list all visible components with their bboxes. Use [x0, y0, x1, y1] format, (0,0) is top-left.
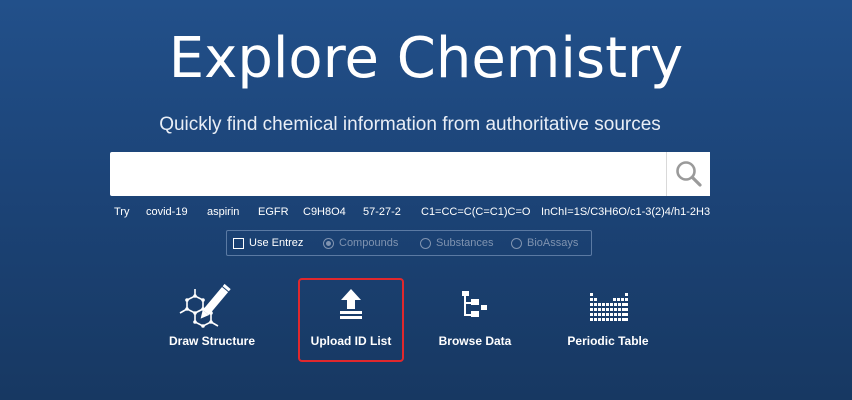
- radio-icon: [323, 237, 334, 249]
- try-example-link[interactable]: C1=CC=C(C=C1)C=O: [421, 206, 530, 218]
- draw-structure-icon: [179, 283, 231, 328]
- radio-label: Substances: [436, 237, 494, 249]
- try-example-link[interactable]: aspirin: [207, 206, 239, 218]
- browse-data-button[interactable]: Browse Data: [425, 282, 525, 354]
- radio-icon: [511, 237, 522, 249]
- try-example-link[interactable]: EGFR: [258, 206, 289, 218]
- page-title: Explore Chemistry: [168, 26, 684, 91]
- try-example-link[interactable]: InChI=1S/C3H6O/c1-3(2)4/h1-2H3: [541, 206, 710, 218]
- search-button[interactable]: [666, 152, 710, 196]
- radio-icon: [420, 237, 431, 249]
- periodic-table-icon: [590, 293, 628, 321]
- use-entrez-label: Use Entrez: [249, 237, 304, 249]
- draw-structure-label: Draw Structure: [168, 334, 256, 348]
- checkbox-icon: [233, 237, 244, 249]
- try-example-link[interactable]: C9H8O4: [303, 206, 346, 218]
- radio-label: BioAssays: [527, 237, 579, 249]
- radio-compounds[interactable]: Compounds: [323, 236, 398, 250]
- search-icon: [676, 161, 702, 187]
- search-options: Use Entrez Compounds Substances BioAssay…: [226, 230, 592, 256]
- search-input[interactable]: [110, 152, 666, 196]
- browse-data-icon: [462, 291, 487, 317]
- try-label: Try: [114, 206, 130, 218]
- periodic-table-button[interactable]: Periodic Table: [558, 282, 658, 354]
- page-subtitle: Quickly find chemical information from a…: [159, 114, 661, 135]
- highlight-box: [298, 278, 404, 362]
- use-entrez-checkbox[interactable]: Use Entrez: [233, 236, 303, 250]
- radio-label: Compounds: [339, 237, 399, 249]
- periodic-table-label: Periodic Table: [567, 334, 649, 348]
- browse-data-label: Browse Data: [438, 334, 512, 348]
- radio-bioassays[interactable]: BioAssays: [511, 236, 578, 250]
- draw-structure-button[interactable]: Draw Structure: [160, 282, 264, 354]
- search-box: [110, 152, 710, 196]
- try-example-link[interactable]: covid-19: [146, 206, 188, 218]
- radio-substances[interactable]: Substances: [420, 236, 493, 250]
- try-example-link[interactable]: 57-27-2: [363, 206, 401, 218]
